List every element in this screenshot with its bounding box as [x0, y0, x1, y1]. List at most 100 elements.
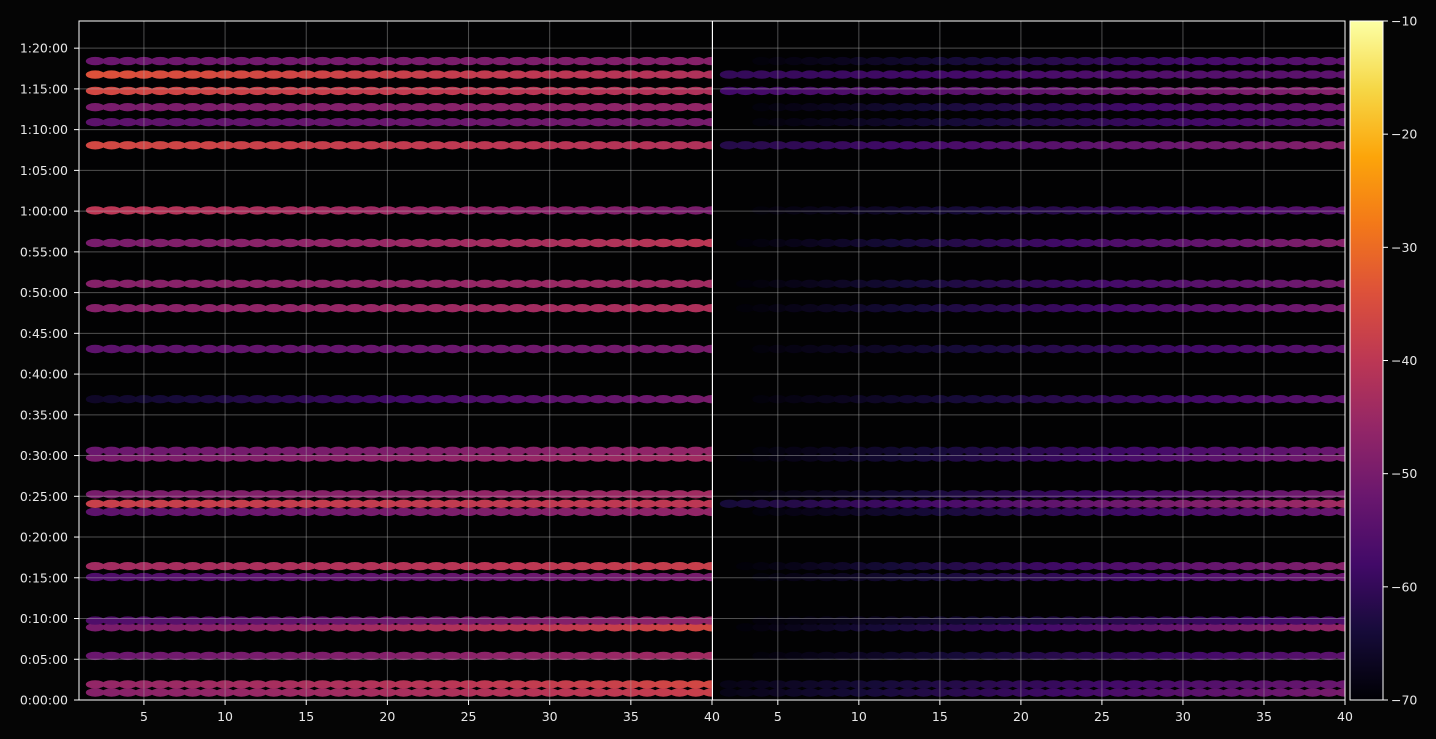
heat-cell: [102, 616, 121, 625]
heat-cell: [1124, 56, 1144, 66]
heat-cell: [1124, 118, 1144, 127]
heat-cell: [507, 446, 527, 455]
heat-cell: [1108, 572, 1128, 582]
heat-cell: [442, 70, 462, 79]
heat-cell: [881, 499, 901, 508]
heat-cell: [752, 616, 771, 625]
heat-cell: [264, 206, 284, 215]
heat-cell: [736, 688, 755, 697]
heat-cell: [426, 490, 446, 499]
heat-cell: [800, 103, 820, 112]
heat-cell: [881, 279, 901, 288]
heat-cell: [979, 688, 998, 697]
y-tick-label: 0:50:00: [20, 285, 68, 300]
heat-cell: [1141, 118, 1160, 127]
heat-cell: [102, 118, 121, 127]
heat-cell: [507, 238, 527, 248]
heat-cell: [653, 507, 673, 517]
heat-cell: [898, 206, 917, 215]
heat-cell: [865, 562, 885, 571]
heat-cell: [329, 395, 349, 404]
heat-cell: [833, 680, 852, 689]
heat-cell: [995, 56, 1015, 66]
heat-cell: [1238, 206, 1258, 215]
heat-cell: [881, 507, 901, 517]
heat-cell: [1303, 616, 1322, 625]
heat-cell: [1141, 141, 1160, 150]
heat-cell: [1319, 70, 1339, 79]
colorbar-tick-label: −20: [1391, 127, 1417, 142]
heat-cell: [800, 446, 820, 455]
heat-cell: [946, 344, 966, 354]
heat-cell: [85, 279, 105, 288]
heat-cell: [865, 70, 885, 79]
heat-cell: [589, 56, 608, 66]
heat-cell: [1124, 572, 1144, 582]
heat-cell: [1270, 70, 1290, 79]
heat-cell: [686, 562, 706, 571]
heat-cell: [248, 304, 267, 313]
heat-cell: [1287, 344, 1306, 354]
heat-cell: [670, 56, 689, 66]
heat-cell: [475, 238, 495, 248]
heat-cell: [962, 344, 982, 354]
heat-cell: [85, 572, 105, 582]
heat-cell: [817, 499, 836, 508]
heat-cell: [313, 572, 332, 582]
heat-cell: [572, 279, 592, 288]
heat-cell: [1108, 206, 1128, 215]
heat-cell: [752, 490, 771, 499]
heat-cell: [475, 56, 495, 66]
heat-cell: [85, 688, 105, 697]
heat-cell: [1287, 562, 1306, 571]
heat-cell: [914, 118, 934, 127]
heat-cell: [1270, 507, 1290, 517]
y-tick-label: 0:40:00: [20, 367, 68, 382]
heat-cell: [686, 688, 706, 697]
heat-cell: [817, 562, 836, 571]
heat-cell: [1319, 507, 1339, 517]
heat-cell: [1108, 507, 1128, 517]
heat-cell: [1108, 304, 1128, 313]
heat-cell: [637, 490, 657, 499]
heat-cell: [817, 616, 836, 625]
heat-cell: [736, 499, 755, 508]
heat-cell: [280, 141, 300, 150]
heat-cell: [637, 70, 657, 79]
heat-cell: [1060, 238, 1079, 248]
heat-cell: [475, 490, 495, 499]
heat-cell: [524, 344, 543, 354]
heat-cell: [313, 446, 332, 455]
heat-cell: [1060, 56, 1079, 66]
heat-cell: [118, 680, 138, 689]
heat-cell: [426, 141, 446, 150]
heat-cell: [914, 56, 934, 66]
heat-cell: [183, 490, 203, 499]
heat-cell: [118, 56, 138, 66]
heat-cell: [361, 103, 381, 112]
heat-cell: [329, 562, 349, 571]
heat-cell: [264, 499, 284, 508]
heat-cell: [979, 616, 998, 625]
heat-cell: [394, 118, 413, 127]
heat-cell: [1060, 344, 1079, 354]
heat-cell: [313, 507, 332, 517]
heat-cell: [1157, 141, 1177, 150]
heat-cell: [1060, 206, 1079, 215]
heat-cell: [833, 616, 852, 625]
heat-cell: [1043, 680, 1063, 689]
heat-cell: [199, 395, 219, 404]
x-tick-label: 30: [542, 709, 558, 724]
heat-cell: [589, 572, 608, 582]
heat-cell: [1270, 56, 1290, 66]
heat-cell: [150, 507, 170, 517]
heat-cell: [1222, 507, 1241, 517]
heat-cell: [605, 56, 624, 66]
heat-cell: [589, 680, 608, 689]
heat-cell: [946, 103, 966, 112]
heat-cell: [686, 507, 706, 517]
heat-cell: [784, 562, 804, 571]
heat-cell: [1027, 680, 1047, 689]
heat-cell: [394, 279, 413, 288]
heat-cell: [329, 680, 349, 689]
